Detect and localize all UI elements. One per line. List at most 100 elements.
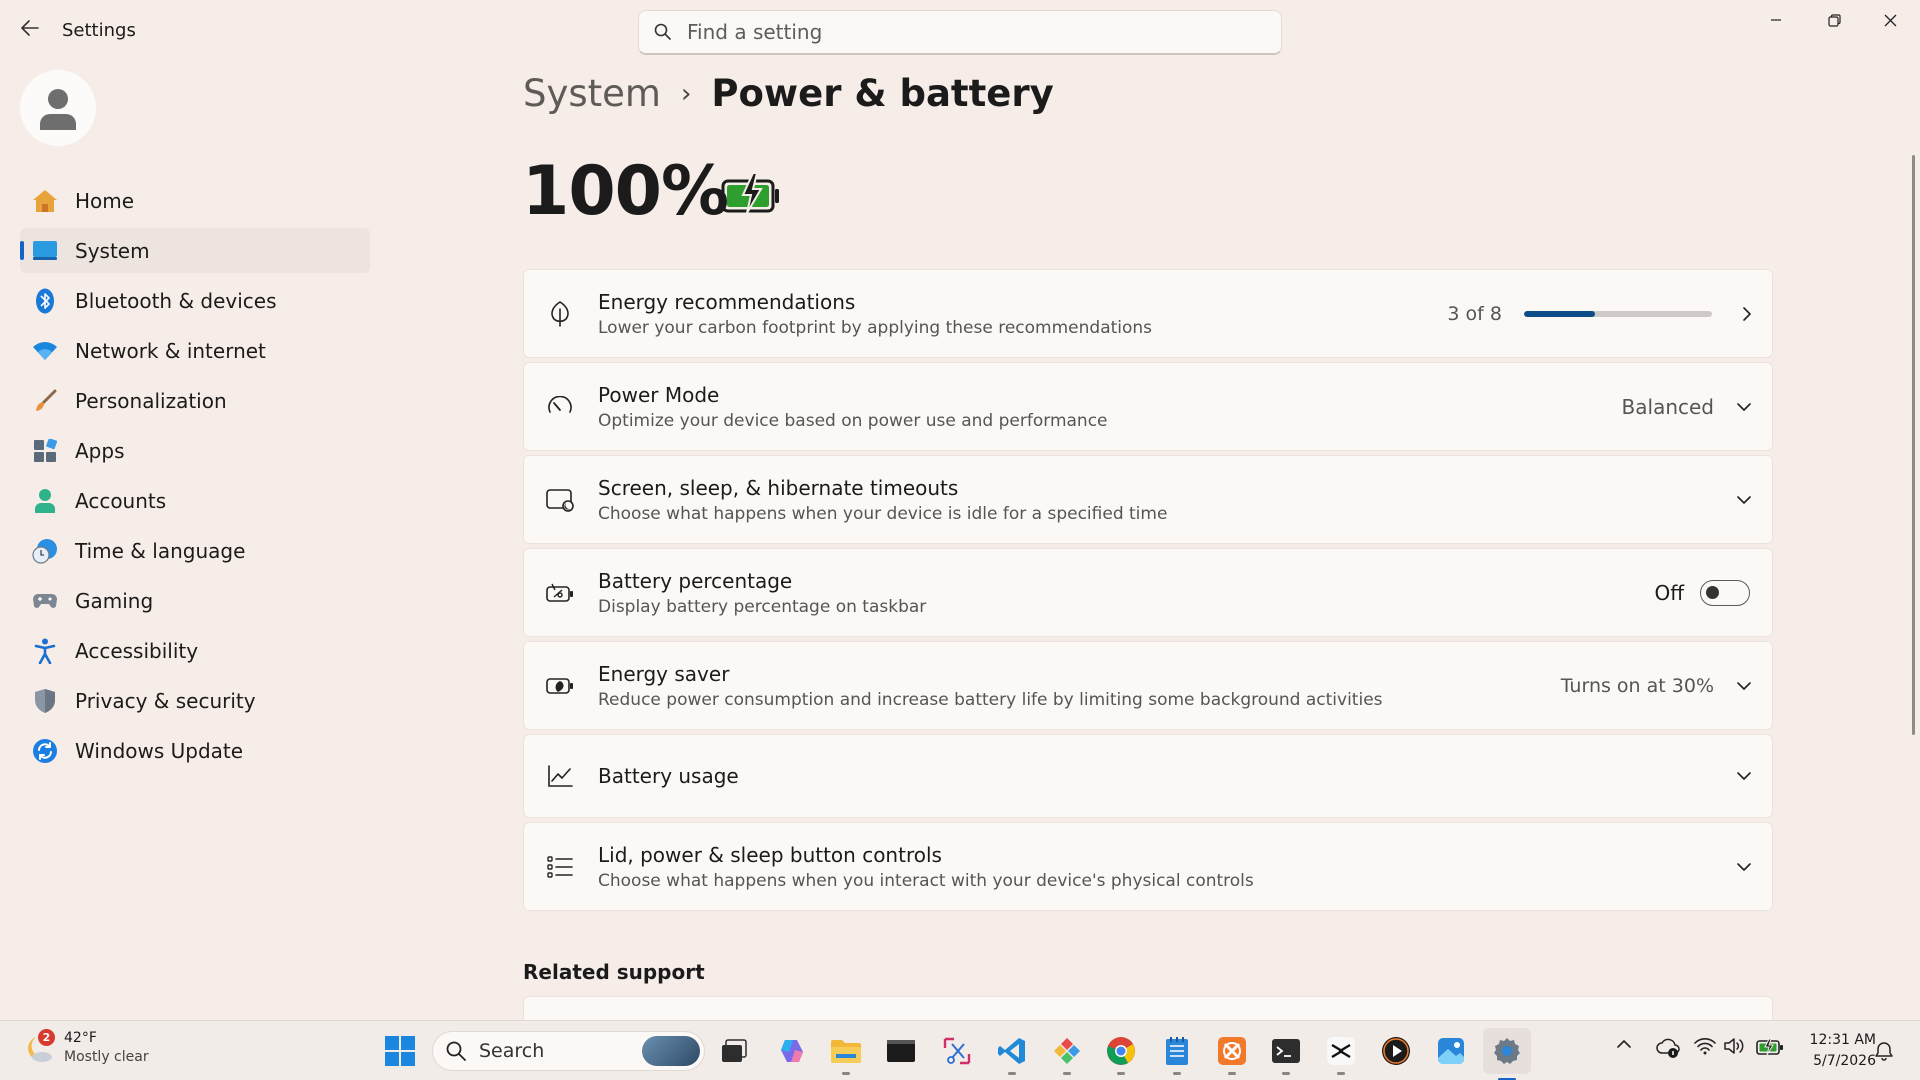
taskbar-clock[interactable]: 12:31 AM 5/7/2026 bbox=[1796, 1030, 1876, 1072]
vscode-icon bbox=[998, 1038, 1025, 1064]
taskbar-copilot[interactable] bbox=[775, 1034, 809, 1068]
sidebar-item-system[interactable]: System bbox=[20, 228, 370, 273]
close-icon bbox=[1884, 14, 1896, 26]
expand-button[interactable] bbox=[1736, 495, 1752, 505]
taskbar-snipping-tool[interactable] bbox=[940, 1034, 974, 1068]
bell-icon bbox=[1875, 1042, 1893, 1061]
taskbar-search-label: Search bbox=[479, 1040, 545, 1062]
search-box[interactable] bbox=[638, 10, 1282, 55]
taskbar-app-diamond[interactable] bbox=[1050, 1034, 1084, 1075]
tray-battery[interactable] bbox=[1756, 1038, 1784, 1056]
card-text: Energy saver Reduce power consumption an… bbox=[598, 662, 1383, 710]
taskbar-command-prompt[interactable] bbox=[1269, 1034, 1303, 1075]
sidebar-item-personalization[interactable]: Personalization bbox=[20, 378, 370, 423]
system-icon bbox=[32, 238, 58, 264]
taskbar-task-view[interactable] bbox=[717, 1034, 751, 1068]
weather-temperature: 42°F bbox=[64, 1030, 97, 1046]
taskbar-chrome[interactable] bbox=[1104, 1034, 1138, 1075]
scissors-icon bbox=[943, 1037, 971, 1065]
battery-usage-card[interactable]: Battery usage bbox=[523, 734, 1773, 818]
search-icon bbox=[446, 1041, 466, 1061]
search-highlight-image bbox=[642, 1036, 700, 1066]
leaf-icon bbox=[546, 300, 574, 328]
card-text: Lid, power & sleep button controls Choos… bbox=[598, 843, 1254, 891]
tray-onedrive[interactable] bbox=[1656, 1037, 1680, 1059]
breadcrumb: System › Power & battery bbox=[523, 72, 1054, 115]
sidebar-item-time-language[interactable]: Time & language bbox=[20, 528, 370, 573]
scrollbar[interactable] bbox=[1912, 155, 1915, 735]
energy-recommendations-card[interactable]: Energy recommendations Lower your carbon… bbox=[523, 269, 1773, 358]
terminal-icon bbox=[1272, 1039, 1300, 1063]
battery-percentage-toggle[interactable] bbox=[1700, 579, 1750, 606]
card-text: Screen, sleep, & hibernate timeouts Choo… bbox=[598, 476, 1167, 524]
sidebar-item-network[interactable]: Network & internet bbox=[20, 328, 370, 373]
minimize-button[interactable] bbox=[1748, 0, 1804, 40]
expand-button[interactable] bbox=[1736, 771, 1752, 781]
taskbar-file-explorer[interactable] bbox=[829, 1034, 863, 1075]
sidebar-item-bluetooth[interactable]: Bluetooth & devices bbox=[20, 278, 370, 323]
card-title: Energy saver bbox=[598, 661, 730, 686]
running-indicator bbox=[1008, 1072, 1016, 1075]
weather-widget[interactable]: 2 42°F Mostly clear bbox=[22, 1029, 149, 1067]
energy-saver-card[interactable]: Energy saver Reduce power consumption an… bbox=[523, 641, 1773, 730]
photos-icon bbox=[1438, 1038, 1464, 1064]
taskbar-settings[interactable] bbox=[1483, 1028, 1531, 1080]
speedometer-icon bbox=[546, 393, 574, 421]
lid-power-button-card[interactable]: Lid, power & sleep button controls Choos… bbox=[523, 822, 1773, 911]
bluetooth-icon bbox=[32, 288, 58, 314]
search-input[interactable] bbox=[687, 20, 1247, 44]
screen-sleep-timeouts-card[interactable]: Screen, sleep, & hibernate timeouts Choo… bbox=[523, 455, 1773, 544]
taskbar-search[interactable]: Search bbox=[432, 1031, 705, 1071]
weather-alert-badge: 2 bbox=[38, 1029, 55, 1046]
sidebar-item-windows-update[interactable]: Windows Update bbox=[20, 728, 370, 773]
clock-time: 12:31 AM bbox=[1809, 1032, 1876, 1048]
cloud-info-icon bbox=[1656, 1038, 1680, 1058]
chevron-up-icon bbox=[1617, 1040, 1631, 1048]
sidebar-item-accessibility[interactable]: Accessibility bbox=[20, 628, 370, 673]
card-title: Battery percentage bbox=[598, 568, 793, 593]
user-avatar[interactable] bbox=[20, 70, 96, 146]
tray-volume[interactable] bbox=[1723, 1037, 1745, 1055]
shield-icon bbox=[32, 688, 58, 714]
sidebar-item-gaming[interactable]: Gaming bbox=[20, 578, 370, 623]
title-bar: Settings bbox=[0, 0, 1920, 62]
card-description: Choose what happens when your device is … bbox=[598, 503, 1168, 524]
tray-overflow-button[interactable] bbox=[1616, 1039, 1632, 1049]
notification-center-button[interactable] bbox=[1874, 1041, 1894, 1065]
battery-percent: 100% bbox=[522, 152, 729, 231]
sidebar-item-accounts[interactable]: Accounts bbox=[20, 478, 370, 523]
windows-logo-icon bbox=[385, 1036, 415, 1066]
card-title: Power Mode bbox=[598, 382, 720, 407]
related-support-card[interactable] bbox=[523, 996, 1773, 1020]
taskbar-photos[interactable] bbox=[1434, 1034, 1468, 1068]
colorful-diamond-icon bbox=[1054, 1038, 1080, 1064]
play-icon bbox=[1382, 1037, 1410, 1065]
progress-fill bbox=[1524, 310, 1595, 317]
task-view-icon bbox=[722, 1039, 747, 1062]
close-button[interactable] bbox=[1862, 0, 1918, 40]
taskbar-xampp[interactable] bbox=[1215, 1034, 1249, 1075]
chevron-down-icon bbox=[1737, 495, 1751, 504]
taskbar-terminal-dark[interactable] bbox=[884, 1034, 918, 1068]
tray-wifi[interactable] bbox=[1694, 1037, 1716, 1055]
sidebar-item-privacy[interactable]: Privacy & security bbox=[20, 678, 370, 723]
breadcrumb-parent[interactable]: System bbox=[523, 72, 661, 115]
taskbar-capcut[interactable] bbox=[1324, 1034, 1358, 1075]
card-description: Display battery percentage on taskbar bbox=[598, 596, 927, 617]
taskbar-vscode[interactable] bbox=[995, 1034, 1029, 1075]
restore-button[interactable] bbox=[1806, 0, 1862, 40]
screen-sleep-icon bbox=[546, 486, 574, 514]
start-button[interactable] bbox=[384, 1035, 416, 1067]
chevron-down-icon bbox=[1737, 772, 1751, 780]
expand-button[interactable] bbox=[1736, 862, 1752, 872]
power-mode-dropdown[interactable]: Balanced bbox=[1622, 395, 1752, 419]
sidebar-item-home[interactable]: Home bbox=[20, 178, 370, 223]
expand-button[interactable]: Turns on at 30% bbox=[1561, 675, 1752, 697]
power-mode-card[interactable]: Power Mode Optimize your device based on… bbox=[523, 362, 1773, 451]
back-button[interactable] bbox=[16, 14, 44, 42]
power-mode-value: Balanced bbox=[1621, 394, 1714, 419]
sidebar-item-apps[interactable]: Apps bbox=[20, 428, 370, 473]
app-title: Settings bbox=[62, 20, 136, 41]
taskbar-notepad[interactable] bbox=[1160, 1034, 1194, 1075]
taskbar-media-player[interactable] bbox=[1379, 1034, 1413, 1068]
